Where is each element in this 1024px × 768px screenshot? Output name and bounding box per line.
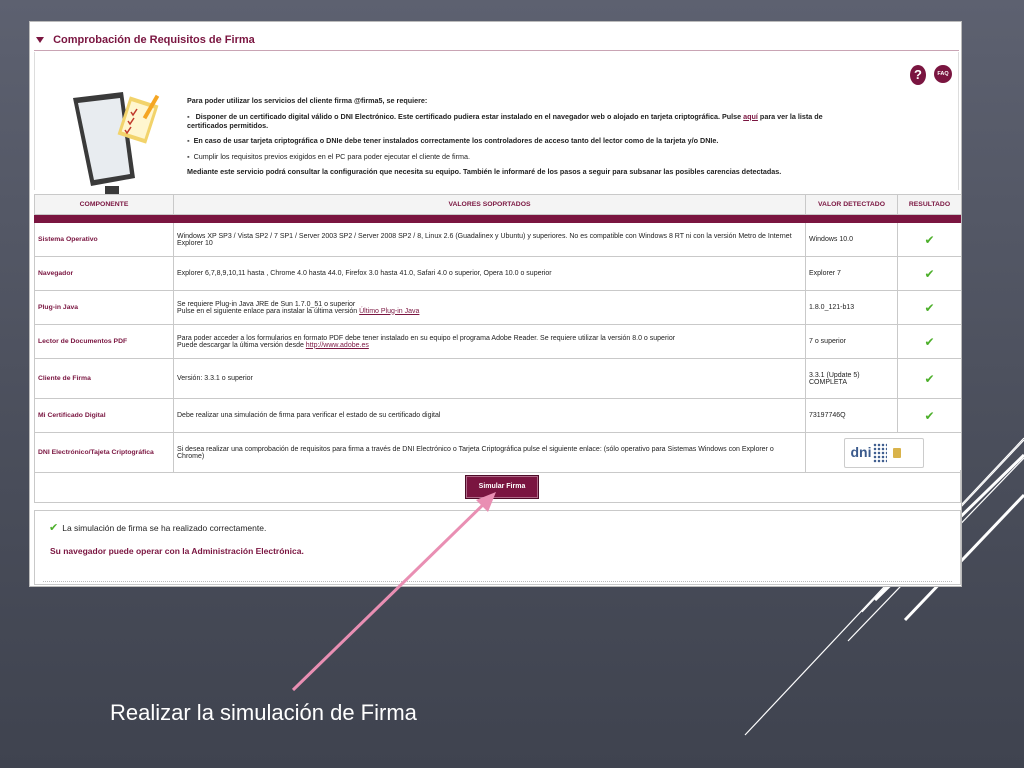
simulate-signature-button[interactable]: Simular Firma <box>465 475 539 499</box>
check-icon: ✔ <box>924 266 935 281</box>
row-detected: Explorer 7 <box>805 256 898 291</box>
header-component: COMPONENTE <box>34 194 174 215</box>
java-plugin-link[interactable]: Último Plug-in Java <box>359 308 419 315</box>
row-supported: Se requiere Plug-in Java JRE de Sun 1.7.… <box>173 290 806 325</box>
row-component: Sistema Operativo <box>34 222 174 257</box>
row-supported-line-2: Puede descargar la última versión desde … <box>177 341 369 349</box>
screenshot-panel: Comprobación de Requisitos de Firma Para… <box>29 21 962 587</box>
check-icon: ✔ <box>924 334 935 349</box>
row-component: Navegador <box>34 256 174 291</box>
table-row: Plug-in Java Se requiere Plug-in Java JR… <box>34 290 961 325</box>
row-detected-line-2: COMPLETA <box>809 378 847 386</box>
table-row: Cliente de Firma Versión: 3.3.1 o superi… <box>34 358 961 399</box>
check-icon: ✔ <box>924 371 935 386</box>
row-supported: Debe realizar una simulación de firma pa… <box>173 398 806 433</box>
row-detected: Windows 10.0 <box>805 222 898 257</box>
intro-lead: Para poder utilizar los servicios del cl… <box>187 96 428 105</box>
adobe-link[interactable]: http://www.adobe.es <box>306 342 369 349</box>
slide-caption: Realizar la simulación de Firma <box>110 700 417 725</box>
intro-bullet-3: Cumplir los requisitos previos exigidos … <box>187 152 827 161</box>
row-component: Cliente de Firma <box>34 358 174 399</box>
row-supported: Si desea realizar una comprobación de re… <box>173 432 806 473</box>
intro-bullet-2: En caso de usar tarjeta criptográfica o … <box>187 136 827 145</box>
button-area: Simular Firma <box>34 470 961 503</box>
row-supported-line-1: Se requiere Plug-in Java JRE de Sun 1.7.… <box>177 300 356 308</box>
dotted-divider <box>43 581 952 582</box>
row-detected: 73197746Q <box>805 398 898 433</box>
result-box: ✔ La simulación de firma se ha realizado … <box>34 510 961 585</box>
row-detected: 7 o superior <box>805 324 898 359</box>
help-icon[interactable]: ? <box>910 65 926 85</box>
card-chip-icon <box>892 447 901 458</box>
row-component: DNI Electrónico/Tajeta Criptográfica <box>34 432 174 473</box>
check-icon: ✔ <box>924 300 935 315</box>
intro-closing: Mediante este servicio podrá consultar l… <box>187 167 782 176</box>
header-divider <box>34 50 959 51</box>
row-supported: Versión: 3.3.1 o superior <box>173 358 806 399</box>
table-row: Lector de Documentos PDF Para poder acce… <box>34 324 961 359</box>
row-supported: Explorer 6,7,8,9,10,11 hasta , Chrome 4.… <box>173 256 806 291</box>
success-message: ✔ La simulación de firma se ha realizado … <box>49 522 267 534</box>
certificates-link[interactable]: aquí <box>743 112 758 121</box>
intro-text: Para poder utilizar los servicios del cl… <box>187 96 827 183</box>
info-message: Su navegador puede operar con la Adminis… <box>50 546 304 556</box>
check-icon: ✔ <box>924 408 935 423</box>
table-row: DNI Electrónico/Tajeta Criptográfica Si … <box>34 432 961 473</box>
row-supported: Windows XP SP3 / Vista SP2 / 7 SP1 / Ser… <box>173 222 806 257</box>
monitor-checklist-icon <box>73 92 160 208</box>
section-header[interactable]: Comprobación de Requisitos de Firma <box>36 34 255 46</box>
header-result: RESULTADO <box>897 194 961 215</box>
header-detected: VALOR DETECTADO <box>805 194 898 215</box>
faq-icon[interactable]: FAQ <box>934 65 952 83</box>
intro-bullet-1: Disponer de un certificado digital válid… <box>187 112 827 130</box>
success-check-icon: ✔ <box>49 522 59 534</box>
collapse-triangle-icon[interactable] <box>36 37 44 44</box>
dni-dots-icon <box>872 442 887 463</box>
table-row: Navegador Explorer 6,7,8,9,10,11 hasta ,… <box>34 256 961 291</box>
row-supported-line-1: Para poder acceder a los formularios en … <box>177 334 676 342</box>
table-row: Mi Certificado Digital Debe realizar una… <box>34 398 961 433</box>
dni-logo-text: dni <box>850 443 872 460</box>
row-component: Plug-in Java <box>34 290 174 325</box>
row-component: Lector de Documentos PDF <box>34 324 174 359</box>
section-title: Comprobación de Requisitos de Firma <box>53 34 255 46</box>
row-supported: Para poder acceder a los formularios en … <box>173 324 806 359</box>
row-detected-line-1: 3.3.1 (Update 5) <box>809 371 860 379</box>
header-band <box>34 214 961 223</box>
table-row: Sistema Operativo Windows XP SP3 / Vista… <box>34 222 961 257</box>
intro-box: Para poder utilizar los servicios del cl… <box>34 52 959 208</box>
header-supported: VALORES SOPORTADOS <box>173 194 806 215</box>
row-detected: 1.8.0_121-b13 <box>805 290 898 325</box>
row-component: Mi Certificado Digital <box>34 398 174 433</box>
dni-card-button[interactable]: dni <box>843 437 924 468</box>
row-detected: 3.3.1 (Update 5) COMPLETA <box>805 358 898 399</box>
check-icon: ✔ <box>924 232 935 247</box>
row-supported-line-2: Pulse en el siguiente enlace para instal… <box>177 307 420 315</box>
requirements-table: COMPONENTE VALORES SOPORTADOS VALOR DETE… <box>34 194 961 473</box>
